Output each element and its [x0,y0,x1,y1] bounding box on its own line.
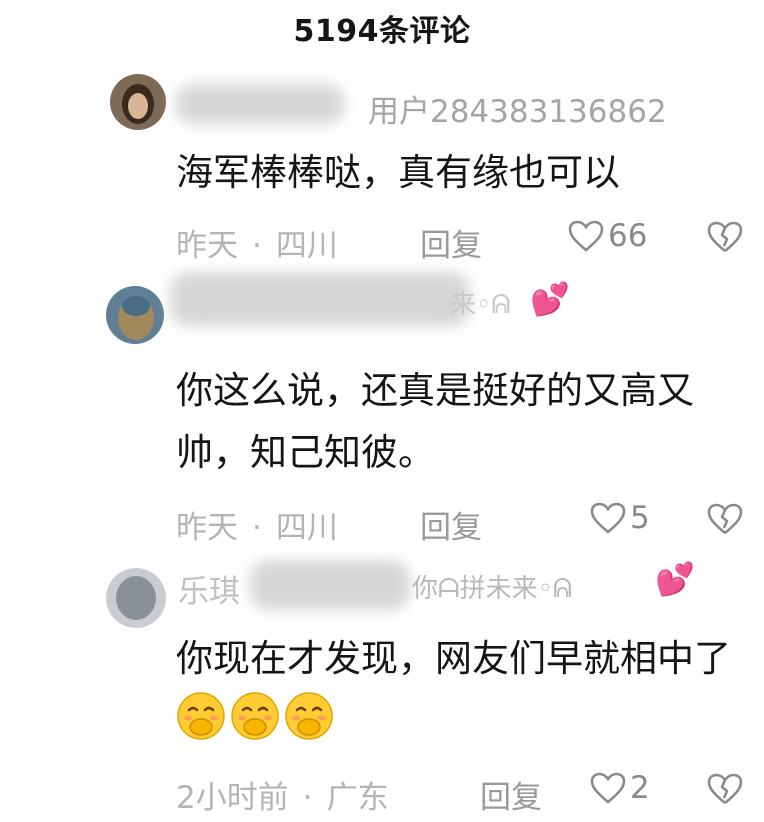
covering-mouth-emoji-icon [231,692,279,740]
heart-outline-icon [568,220,604,252]
like-button[interactable]: 5 [590,500,650,536]
comment-meta: 昨天 · 四川 [176,228,338,264]
covering-mouth-emoji-icon [177,692,225,740]
avatar[interactable] [106,568,166,628]
comment-meta: 2小时前 · 广东 [176,780,389,816]
blurred-username [175,84,345,124]
username-suffix[interactable]: 你ᗩ拼未来◦ᕱ [412,568,572,605]
heart-decoration-icon: 💕 [530,280,570,318]
username[interactable]: 用户284383136862 [368,86,667,131]
comment-text: 海军棒棒哒，真有缘也可以 [176,151,620,194]
heart-outline-icon [590,772,626,804]
avatar[interactable] [110,74,166,130]
like-button[interactable]: 2 [590,770,650,806]
comment-meta: 昨天 · 四川 [176,510,338,546]
comment-time: 2小时前 [176,780,289,816]
comment-location: 四川 [275,228,338,264]
like-count: 66 [608,218,648,254]
comment-location: 四川 [275,510,338,546]
comment-time: 昨天 [176,510,238,546]
blurred-username [250,560,410,610]
heart-outline-icon [590,502,626,534]
comment-location: 广东 [326,780,389,816]
reply-button[interactable]: 回复 [420,220,482,265]
reply-button[interactable]: 回复 [420,502,482,547]
username[interactable]: 乐琪 [178,566,240,611]
like-count: 2 [630,770,650,806]
comment-text: 你这么说，还真是挺好的又高又帅，知己知彼。 [176,369,694,474]
blurred-username [170,272,470,326]
broken-heart-icon[interactable] [707,772,743,806]
emoji-row [176,692,338,742]
comment-text-body: 你现在才发现，网友们早就相中了 [176,637,731,680]
covering-mouth-emoji-icon [285,692,333,740]
avatar[interactable] [106,286,164,344]
username-suffix[interactable]: 来◦ᕱ [450,284,511,321]
comment-time: 昨天 [176,228,238,264]
comment-count-title: 5194条评论 [293,14,471,49]
comment-text: 你现在才发现，网友们早就相中了 [176,628,746,752]
broken-heart-icon[interactable] [707,502,743,536]
like-count: 5 [630,500,650,536]
like-button[interactable]: 66 [568,218,647,254]
reply-button[interactable]: 回复 [480,772,542,817]
broken-heart-icon[interactable] [707,220,743,254]
heart-decoration-icon: 💕 [655,560,695,598]
comments-header: 5194条评论 [0,0,764,56]
